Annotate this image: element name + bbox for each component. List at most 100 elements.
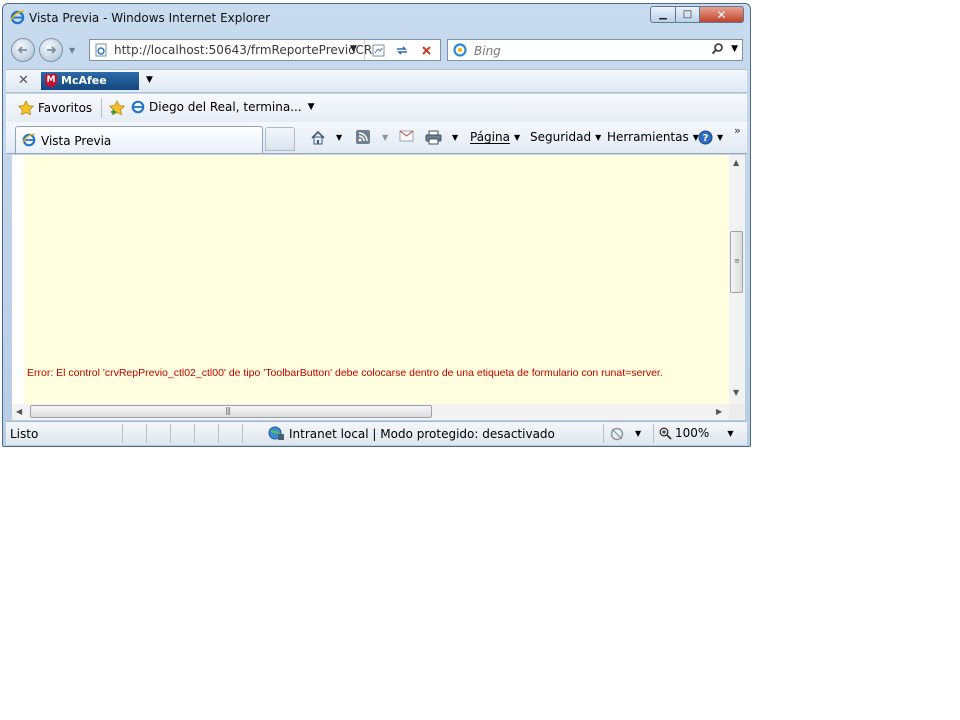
scroll-left-arrow-icon[interactable]: ◀ — [16, 407, 22, 416]
mail-icon — [399, 130, 414, 142]
scroll-right-arrow-icon[interactable]: ▶ — [716, 407, 722, 416]
status-pane-divider — [242, 424, 243, 443]
page-menu-label: Página — [470, 130, 510, 144]
protected-mode-icon — [610, 427, 624, 441]
stop-icon — [421, 45, 431, 55]
ie-page-icon — [131, 100, 145, 114]
ie-logo-icon — [10, 10, 25, 28]
status-pane-divider — [653, 424, 654, 443]
vertical-scrollbar[interactable]: ▲ ≡ ▼ — [729, 155, 745, 404]
intranet-globe-icon — [268, 426, 284, 440]
address-bar[interactable]: http://localhost:50643/frmReportePrevioC… — [89, 39, 441, 61]
tools-menu-button[interactable]: Herramientas ▼ — [607, 130, 699, 144]
window-title: Vista Previa - Windows Internet Explorer — [29, 11, 271, 25]
status-pane-divider — [603, 424, 604, 443]
navigation-bar: ▼ http://localhost:50643/frmReportePrevi… — [3, 34, 750, 68]
status-pane-divider — [170, 424, 171, 443]
scroll-down-arrow-icon[interactable]: ▼ — [733, 388, 739, 397]
minimize-button[interactable]: ▁ — [650, 6, 676, 23]
back-button[interactable] — [11, 38, 35, 62]
chevron-down-icon: ▼ — [336, 133, 343, 142]
forward-arrow-icon — [47, 46, 57, 54]
forward-button[interactable] — [39, 38, 63, 62]
zoom-control[interactable]: 100% ▼ — [659, 426, 733, 440]
page-content-area: Error: El control 'crvRepPrevio_ctl02_ct… — [12, 155, 745, 420]
add-to-favorites-bar-icon[interactable] — [108, 100, 126, 118]
favorites-star-icon — [18, 100, 34, 115]
tab-command-bar: Vista Previa ▼ ▼ ▼ Página ▼ Seguridad ▼ … — [6, 122, 747, 154]
chevron-down-icon: ▼ — [307, 102, 315, 112]
document-body: Error: El control 'crvRepPrevio_ctl02_ct… — [24, 155, 729, 404]
mcafee-label: McAfee — [61, 74, 107, 87]
favorite-link-diego-del-real[interactable]: Diego del Real, termina... ▼ — [131, 100, 315, 114]
chevron-down-icon: ▼ — [717, 133, 724, 142]
help-icon: ? — [698, 130, 713, 145]
scrollbar-corner — [729, 404, 745, 420]
svg-text:?: ? — [703, 133, 709, 144]
mcafee-dropdown-icon[interactable]: ▼ — [146, 75, 153, 85]
maximize-button[interactable]: □ — [676, 6, 700, 23]
status-pane-divider — [146, 424, 147, 443]
address-separator — [364, 40, 365, 60]
tab-vista-previa[interactable]: Vista Previa — [15, 126, 263, 153]
chevron-down-icon: ▼ — [513, 132, 521, 142]
chevron-down-icon: ▼ — [452, 133, 459, 142]
new-tab-button[interactable] — [265, 127, 295, 151]
search-input[interactable]: Bing — [474, 44, 501, 58]
printer-icon — [425, 130, 442, 145]
mcafee-button[interactable]: M McAfee — [41, 72, 139, 90]
popup-blocker-button[interactable]: ▼ — [609, 426, 641, 441]
favorites-label: Favoritos — [38, 100, 93, 115]
chevron-down-icon: ▼ — [727, 428, 734, 438]
status-pane-divider — [194, 424, 195, 443]
help-button[interactable]: ? ▼ — [698, 130, 723, 145]
close-button[interactable]: ✕ — [700, 6, 744, 23]
horizontal-scrollbar[interactable]: ◀ ||| ▶ — [12, 404, 729, 420]
status-pane-divider — [218, 424, 219, 443]
chevron-down-icon: ▼ — [635, 429, 642, 438]
read-mail-button[interactable] — [399, 130, 414, 142]
search-icon[interactable] — [711, 42, 724, 59]
grip-icon: ||| — [225, 406, 231, 415]
safety-menu-label: Seguridad — [530, 130, 592, 144]
chevron-down-icon: ▼ — [595, 132, 602, 142]
address-input[interactable]: http://localhost:50643/frmReportePrevioC… — [114, 43, 372, 57]
security-zone[interactable]: Intranet local | Modo protegido: desacti… — [268, 426, 555, 441]
scroll-up-arrow-icon[interactable]: ▲ — [733, 158, 739, 167]
horizontal-scroll-thumb[interactable]: ||| — [30, 405, 432, 418]
ie-tab-icon — [22, 133, 36, 150]
page-menu-button[interactable]: Página ▼ — [470, 130, 520, 144]
vertical-scroll-thumb[interactable]: ≡ — [730, 231, 743, 293]
favorites-button[interactable]: Favoritos — [18, 100, 92, 115]
mcafee-toolbar: ✕ M McAfee ▼ — [6, 69, 747, 93]
tools-menu-label: Herramientas — [607, 130, 689, 144]
zoom-icon — [659, 427, 672, 440]
refresh-button[interactable] — [393, 42, 411, 58]
stop-button[interactable] — [417, 42, 435, 58]
page-icon — [94, 43, 108, 60]
favorite-link-label: Diego del Real, termina... — [149, 100, 302, 114]
recent-pages-dropdown[interactable]: ▼ — [69, 46, 75, 55]
toolbar-overflow-chevron-icon[interactable]: » — [734, 124, 741, 137]
search-box[interactable]: Bing ▼ — [447, 39, 743, 61]
print-button[interactable]: ▼ — [425, 130, 458, 145]
mcafee-shield-icon: M — [45, 74, 57, 87]
browser-window: Vista Previa - Windows Internet Explorer… — [2, 3, 751, 447]
home-icon — [311, 130, 325, 145]
address-dropdown-icon[interactable]: ▼ — [350, 44, 357, 54]
safety-menu-button[interactable]: Seguridad ▼ — [530, 130, 601, 144]
compatibility-view-button[interactable] — [369, 42, 387, 58]
feeds-button[interactable]: ▼ — [356, 130, 388, 144]
security-zone-label: Intranet local | Modo protegido: desacti… — [289, 426, 555, 441]
rss-feed-icon — [356, 130, 370, 144]
chevron-down-icon: ▼ — [382, 132, 389, 142]
search-options-dropdown-icon[interactable]: ▼ — [731, 44, 738, 54]
status-text: Listo — [10, 427, 39, 441]
status-pane-divider — [122, 424, 123, 443]
home-button[interactable]: ▼ — [310, 130, 342, 145]
title-bar: Vista Previa - Windows Internet Explorer… — [3, 4, 750, 32]
grip-icon: ≡ — [734, 257, 740, 265]
back-arrow-icon — [17, 46, 27, 54]
close-toolbar-button[interactable]: ✕ — [18, 73, 29, 88]
refresh-icon — [397, 45, 407, 55]
